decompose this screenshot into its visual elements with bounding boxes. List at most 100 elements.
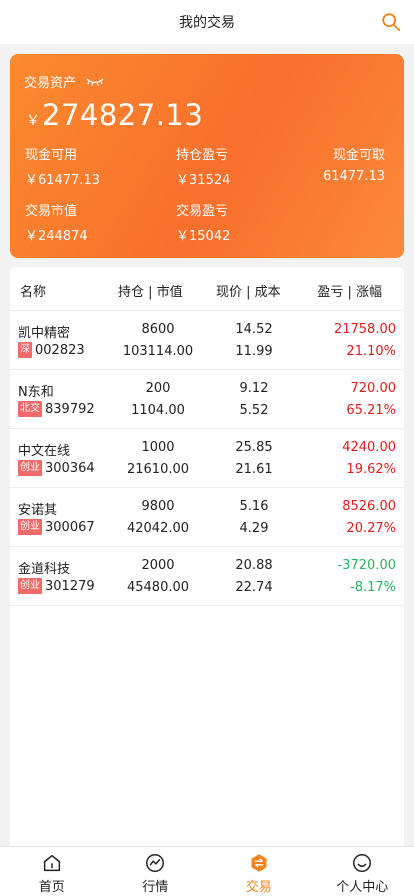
exchange-icon xyxy=(251,854,267,872)
page-title: 我的交易 xyxy=(179,15,235,31)
table-row[interactable]: 中文在线 创业 300364 1000 21610.00 25.85 21.61… xyxy=(10,429,404,488)
column-header-name: 名称 xyxy=(20,285,47,300)
table-row[interactable]: 凯中精密 深 002823 8600 103114.00 14.52 11.99… xyxy=(10,311,404,370)
market-tag: 深 xyxy=(18,342,32,358)
currency-symbol: ￥ xyxy=(26,113,40,129)
stat-market-value: 交易市值 ￥244874 xyxy=(25,200,88,244)
table-header: 名称 持仓 | 市值 现价 | 成本 盈亏 | 涨幅 xyxy=(10,267,404,311)
current-price: 20.88 xyxy=(235,558,273,573)
market-value: 45480.00 xyxy=(126,580,190,595)
table-row[interactable]: N东和 北交 839792 200 1104.00 9.12 5.52 720.… xyxy=(10,370,404,429)
cost-price: 4.29 xyxy=(239,521,269,536)
holding-qty: 8600 xyxy=(141,322,175,337)
current-price: 25.85 xyxy=(235,440,273,455)
holding-qty: 200 xyxy=(145,381,171,396)
eye-closed-icon[interactable] xyxy=(86,77,104,87)
market-value: 21610.00 xyxy=(126,462,190,477)
stat-label: 交易市值 xyxy=(25,204,78,219)
current-price: 9.12 xyxy=(239,381,269,396)
stat-label: 持仓盈亏 xyxy=(176,148,229,163)
stock-code: 301279 xyxy=(45,578,95,594)
holding-qty: 9800 xyxy=(141,499,175,514)
stock-code: 300067 xyxy=(45,519,95,535)
asset-label: 交易资产 xyxy=(24,76,77,91)
pnl-amount: 8526.00 xyxy=(342,499,396,514)
holding-qty: 2000 xyxy=(141,558,175,573)
stock-code-line: 创业 301279 xyxy=(18,578,95,594)
stock-name: 中文在线 xyxy=(18,444,71,459)
stat-label: 现金可用 xyxy=(25,148,78,163)
column-header-pnl: 盈亏 | 涨幅 xyxy=(317,285,382,300)
bottom-nav: 首页 行情 交易 个人中心 xyxy=(0,846,414,896)
stock-name: 金道科技 xyxy=(18,562,71,577)
stat-value: ￥15042 xyxy=(176,229,231,244)
nav-label: 交易 xyxy=(245,880,272,895)
cost-price: 5.52 xyxy=(239,403,269,418)
pnl-amount: 21758.00 xyxy=(333,322,396,337)
pnl-amount: 4240.00 xyxy=(342,440,396,455)
market-tag: 创业 xyxy=(18,460,42,476)
pnl-amount: 720.00 xyxy=(350,381,397,396)
market-chart-icon xyxy=(146,854,165,872)
pnl-percent: -8.17% xyxy=(350,580,396,595)
stock-code: 300364 xyxy=(45,460,95,476)
stat-value: ￥31524 xyxy=(176,173,231,188)
stat-label: 交易盈亏 xyxy=(176,204,229,219)
positions-table: 名称 持仓 | 市值 现价 | 成本 盈亏 | 涨幅 凯中精密 深 002823… xyxy=(10,267,404,857)
nav-label: 首页 xyxy=(38,880,65,895)
stock-code-line: 创业 300067 xyxy=(18,519,95,535)
stock-code-line: 北交 839792 xyxy=(18,401,95,417)
stock-name: 凯中精密 xyxy=(18,326,71,341)
asset-label-row: 交易资产 xyxy=(24,72,104,91)
asset-summary-card: 交易资产 ￥ 274827.13 现金可用 ￥61477.13 持仓盈亏 ￥31… xyxy=(10,54,404,258)
asset-total: ￥ 274827.13 xyxy=(26,98,203,132)
market-tag: 北交 xyxy=(18,401,42,417)
stock-code-line: 深 002823 xyxy=(18,342,85,358)
smile-user-icon xyxy=(353,854,372,872)
stat-label: 现金可取 xyxy=(332,148,385,163)
market-tag: 创业 xyxy=(18,519,42,535)
cost-price: 11.99 xyxy=(235,344,273,359)
market-value: 1104.00 xyxy=(131,403,185,418)
market-value: 42042.00 xyxy=(126,521,190,536)
pnl-percent: 65.21% xyxy=(346,403,396,418)
stat-value: ￥61477.13 xyxy=(25,173,101,188)
search-icon[interactable] xyxy=(380,11,402,33)
stat-holding-pnl: 持仓盈亏 ￥31524 xyxy=(176,144,230,188)
pnl-percent: 19.62% xyxy=(346,462,396,477)
stock-name: N东和 xyxy=(18,385,54,400)
nav-item-profile[interactable]: 个人中心 xyxy=(311,847,414,896)
market-tag: 创业 xyxy=(18,578,42,594)
column-header-price: 现价 | 成本 xyxy=(216,285,281,300)
stat-trade-pnl: 交易盈亏 ￥15042 xyxy=(176,200,230,244)
holding-qty: 1000 xyxy=(141,440,175,455)
trade-page: 我的交易 交易资产 ￥ 274827.13 现金可用 ￥61477.13 持仓盈… xyxy=(0,0,414,896)
nav-item-market[interactable]: 行情 xyxy=(104,847,208,896)
cost-price: 22.74 xyxy=(235,580,273,595)
stock-code: 002823 xyxy=(35,342,85,358)
nav-item-home[interactable]: 首页 xyxy=(0,847,104,896)
table-row[interactable]: 金道科技 创业 301279 2000 45480.00 20.88 22.74… xyxy=(10,547,404,606)
nav-label: 行情 xyxy=(142,880,169,895)
top-header: 我的交易 xyxy=(0,0,414,44)
nav-label: 个人中心 xyxy=(336,880,389,895)
home-icon xyxy=(43,854,60,872)
pnl-amount: -3720.00 xyxy=(337,558,396,573)
asset-total-value: 274827.13 xyxy=(42,98,204,132)
cost-price: 21.61 xyxy=(235,462,273,477)
table-row[interactable]: 安诺其 创业 300067 9800 42042.00 5.16 4.29 85… xyxy=(10,488,404,547)
stat-cash-available: 现金可用 ￥61477.13 xyxy=(25,144,100,188)
column-header-holding: 持仓 | 市值 xyxy=(118,285,183,300)
current-price: 14.52 xyxy=(235,322,273,337)
stat-value: ￥244874 xyxy=(25,229,88,244)
pnl-percent: 20.27% xyxy=(346,521,396,536)
stock-code-line: 创业 300364 xyxy=(18,460,95,476)
nav-item-trade[interactable]: 交易 xyxy=(207,847,311,896)
pnl-percent: 21.10% xyxy=(346,344,396,359)
current-price: 5.16 xyxy=(239,499,269,514)
stock-name: 安诺其 xyxy=(18,503,58,518)
stat-cash-withdrawable: 现金可取 61477.13 xyxy=(323,144,385,184)
stat-value: 61477.13 xyxy=(322,169,385,184)
market-value: 103114.00 xyxy=(122,344,194,359)
stock-code: 839792 xyxy=(45,401,95,417)
